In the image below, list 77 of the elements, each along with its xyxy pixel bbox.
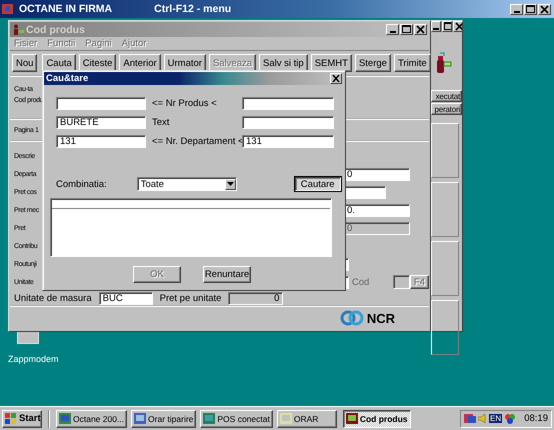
minimize-icon xyxy=(514,10,520,12)
window-icon xyxy=(134,413,146,424)
code-label: Cod xyxy=(352,276,370,288)
input-field[interactable] xyxy=(242,97,334,110)
person-icon xyxy=(12,24,24,36)
color-wheel-icon xyxy=(504,412,516,424)
window-button[interactable]: xecutat xyxy=(431,90,462,102)
window-icon xyxy=(280,413,292,424)
minimize-button[interactable] xyxy=(510,4,523,14)
app-icon xyxy=(2,3,13,15)
window-icon xyxy=(203,413,216,424)
maximize-button[interactable] xyxy=(442,21,452,32)
combination-dropdown[interactable]: Toate xyxy=(136,177,237,191)
taskbar-divider xyxy=(48,410,50,428)
side-panel xyxy=(431,123,459,178)
input-field[interactable]: BUC xyxy=(98,292,153,305)
close-icon xyxy=(415,25,426,34)
close-icon xyxy=(454,22,462,31)
input-field[interactable]: 0 xyxy=(228,292,284,305)
combination-label: Combinatia: xyxy=(56,178,107,190)
maximize-icon xyxy=(401,25,412,34)
window-icon xyxy=(59,413,71,424)
taskbar-button[interactable]: ORAR xyxy=(276,410,337,428)
maximize-button[interactable] xyxy=(524,4,537,14)
maximize-icon xyxy=(443,22,451,31)
cancel-button[interactable]: Renuntare xyxy=(203,266,251,283)
start-button[interactable]: Start xyxy=(2,410,42,428)
desktop-icon-label[interactable]: Zappmodem xyxy=(8,354,59,364)
speaker-icon xyxy=(478,413,487,424)
minimize-button[interactable] xyxy=(431,21,441,32)
close-button[interactable] xyxy=(330,73,342,84)
maximize-button[interactable] xyxy=(400,24,413,36)
field-label: Unitate de masura xyxy=(14,292,92,304)
taskbar-button[interactable]: POS conectat xyxy=(200,410,273,428)
range-label: Text xyxy=(151,117,170,128)
toolbar-button[interactable]: Nou xyxy=(12,54,38,72)
input-field[interactable]: 0 xyxy=(343,168,410,181)
input-field[interactable]: 131 xyxy=(56,135,146,148)
taskbar-button[interactable]: Cod produs xyxy=(342,410,411,428)
side-panel xyxy=(431,300,459,355)
toolbar-button[interactable]: Sterge xyxy=(354,54,391,72)
rings-icon xyxy=(340,310,364,326)
minimize-button[interactable] xyxy=(386,24,399,36)
side-panel xyxy=(431,182,459,237)
network-icon xyxy=(464,413,476,424)
minimize-icon xyxy=(390,31,396,34)
menu-hint: Ctrl-F12 - menu xyxy=(154,3,232,15)
search-button[interactable]: Cautare xyxy=(294,177,341,191)
minimize-icon xyxy=(433,28,439,30)
input-field[interactable] xyxy=(242,116,334,129)
input-field[interactable] xyxy=(56,97,146,110)
brand-name: NCR xyxy=(366,310,395,326)
toolbar-button[interactable]: Trimite xyxy=(394,54,431,72)
range-label: <= Nr Produs < xyxy=(151,98,218,109)
side-panel xyxy=(431,241,459,296)
close-button[interactable] xyxy=(538,4,551,14)
input-field[interactable]: BURETE xyxy=(56,116,146,129)
input-field[interactable] xyxy=(343,186,386,199)
close-button[interactable] xyxy=(414,24,427,36)
window-title: OCTANE IN FIRMA xyxy=(19,3,112,15)
clock: 08:19 xyxy=(524,413,548,424)
window-button[interactable]: peratori xyxy=(431,103,462,115)
maximize-icon xyxy=(525,4,536,14)
field-label: Pret pe unitate xyxy=(160,292,222,304)
input-field[interactable]: 0. xyxy=(343,204,410,217)
input-field[interactable]: 131 xyxy=(242,135,334,148)
windows-logo-icon xyxy=(5,413,17,424)
taskbar-button[interactable]: Orar tiparire xyxy=(131,410,196,428)
window-title: Cod produs xyxy=(26,24,85,36)
taskbar-button[interactable]: Octane 200... xyxy=(56,410,128,428)
input-field[interactable] xyxy=(393,275,410,290)
close-button[interactable] xyxy=(453,21,463,32)
toolbar-button[interactable]: SEMHT xyxy=(310,54,352,72)
dialog-title: Cau&tare xyxy=(46,73,88,84)
window-icon xyxy=(346,413,358,424)
language-indicator[interactable]: EN xyxy=(489,414,502,423)
close-icon xyxy=(539,4,550,14)
